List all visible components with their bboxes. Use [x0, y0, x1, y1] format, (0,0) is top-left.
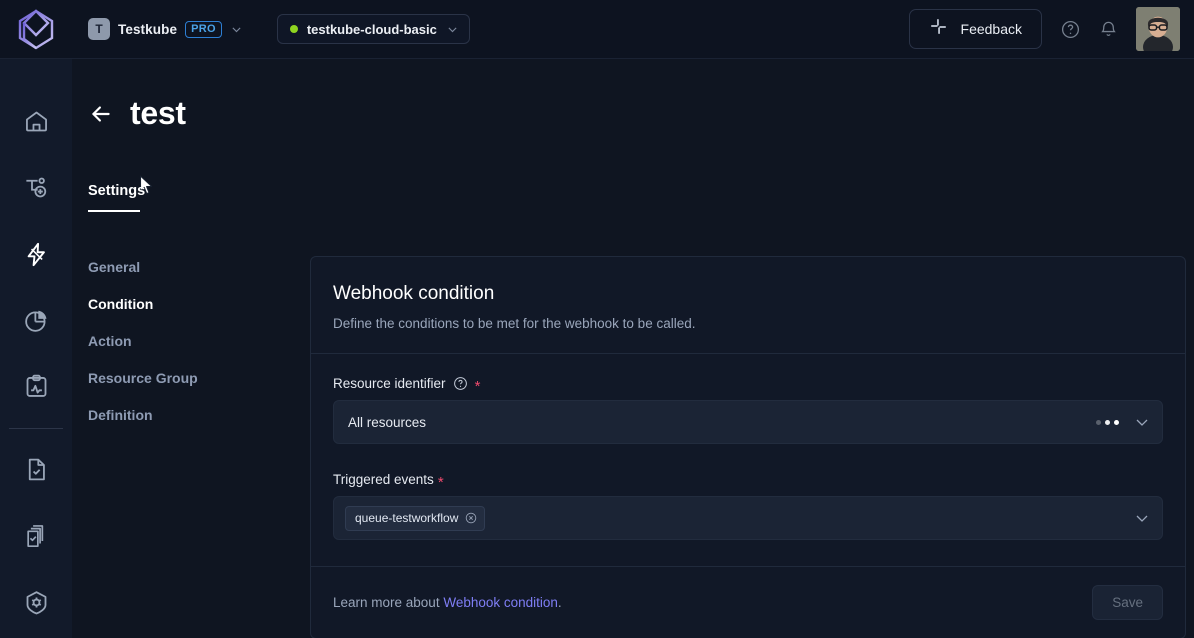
- shield-gear-icon: [23, 589, 50, 621]
- tab-bar: Settings: [88, 182, 145, 212]
- sidebar-item-tests-add[interactable]: [0, 157, 72, 223]
- triggered-events-label-text: Triggered events: [333, 472, 434, 487]
- question-circle-icon[interactable]: [1060, 19, 1081, 40]
- environment-name: testkube-cloud-basic: [307, 22, 437, 37]
- resource-identifier-select[interactable]: All resources: [333, 400, 1163, 444]
- top-bar-actions: Feedback: [909, 7, 1194, 51]
- home-icon: [23, 108, 50, 140]
- question-circle-icon[interactable]: [453, 376, 468, 391]
- resource-identifier-value: All resources: [348, 415, 426, 430]
- clipboard-activity-icon: [23, 373, 50, 405]
- select-controls: [1096, 414, 1150, 430]
- pie-chart-icon: [23, 307, 50, 339]
- environment-selector[interactable]: testkube-cloud-basic: [277, 14, 470, 44]
- sidebar-item-home[interactable]: [0, 91, 72, 157]
- sidebar-item-action[interactable]: Action: [88, 333, 198, 349]
- card-header: Webhook condition Define the conditions …: [311, 257, 1185, 353]
- plan-badge: PRO: [185, 21, 222, 38]
- test-add-icon: [23, 174, 50, 206]
- document-check-icon: [23, 456, 50, 488]
- event-tag: queue-testworkflow: [345, 506, 485, 531]
- sidebar-item-test-suites[interactable]: [0, 439, 72, 505]
- feedback-button-label: Feedback: [961, 21, 1022, 37]
- sidebar-item-status-pages[interactable]: [0, 356, 72, 422]
- chevron-down-icon[interactable]: [446, 23, 459, 36]
- triggered-events-select[interactable]: queue-testworkflow: [333, 496, 1163, 540]
- chevron-down-icon[interactable]: [230, 23, 243, 36]
- card-body: Resource identifier * All resources: [311, 354, 1185, 566]
- page-title: test: [130, 95, 186, 132]
- left-rail: [0, 59, 72, 638]
- settings-sub-nav: General Condition Action Resource Group …: [88, 259, 198, 423]
- learn-more-suffix: .: [558, 595, 562, 610]
- back-button[interactable]: [88, 101, 114, 127]
- environment-status-dot: [290, 25, 298, 33]
- avatar[interactable]: [1136, 7, 1180, 51]
- chevron-down-icon[interactable]: [1134, 414, 1150, 430]
- organization-name: Testkube: [118, 22, 177, 37]
- feedback-button[interactable]: Feedback: [909, 9, 1042, 49]
- learn-more-text: Learn more about Webhook condition.: [333, 595, 562, 610]
- main-content: test Settings General Condition Action R…: [72, 59, 1194, 638]
- field-spacer: [333, 444, 1163, 472]
- sidebar-item-condition[interactable]: Condition: [88, 296, 198, 312]
- organization-avatar: T: [88, 18, 110, 40]
- tab-active-indicator: [88, 210, 140, 212]
- card-subtitle: Define the conditions to be met for the …: [333, 316, 1163, 331]
- slack-icon: [929, 17, 948, 41]
- sidebar-item-triggers[interactable]: [0, 224, 72, 290]
- sidebar-item-analytics[interactable]: [0, 290, 72, 356]
- save-button[interactable]: Save: [1092, 585, 1163, 620]
- required-asterisk: *: [438, 475, 444, 490]
- app-logo[interactable]: [0, 8, 72, 50]
- webhook-condition-card: Webhook condition Define the conditions …: [310, 256, 1186, 638]
- organization-selector[interactable]: T Testkube PRO: [88, 18, 243, 40]
- sidebar-item-test-sources[interactable]: [0, 505, 72, 571]
- resource-identifier-label-text: Resource identifier: [333, 376, 446, 391]
- rail-divider: [9, 428, 63, 429]
- triggered-events-label: Triggered events *: [333, 472, 1163, 487]
- webhook-condition-link[interactable]: Webhook condition: [443, 595, 558, 610]
- tab-settings[interactable]: Settings: [88, 183, 145, 210]
- page-header: test: [88, 95, 186, 132]
- resource-identifier-label: Resource identifier *: [333, 376, 1163, 391]
- documents-stack-check-icon: [23, 523, 50, 555]
- bell-icon[interactable]: [1099, 20, 1118, 39]
- event-tag-label: queue-testworkflow: [355, 511, 458, 525]
- sidebar-item-settings[interactable]: [0, 572, 72, 638]
- sidebar-item-resource-group[interactable]: Resource Group: [88, 370, 198, 386]
- tag-select-controls: [1134, 510, 1150, 526]
- top-bar: T Testkube PRO testkube-cloud-basic Feed…: [0, 0, 1194, 59]
- lightning-icon: [23, 241, 50, 273]
- required-asterisk: *: [475, 379, 481, 394]
- card-title: Webhook condition: [333, 283, 1163, 305]
- sidebar-item-definition[interactable]: Definition: [88, 407, 198, 423]
- close-circle-icon[interactable]: [465, 512, 477, 524]
- sidebar-item-general[interactable]: General: [88, 259, 198, 275]
- testkube-cube-logo: [15, 8, 57, 50]
- learn-more-prefix: Learn more about: [333, 595, 443, 610]
- loading-dots-icon: [1096, 420, 1119, 425]
- card-footer: Learn more about Webhook condition. Save: [311, 567, 1185, 638]
- chevron-down-icon[interactable]: [1134, 510, 1150, 526]
